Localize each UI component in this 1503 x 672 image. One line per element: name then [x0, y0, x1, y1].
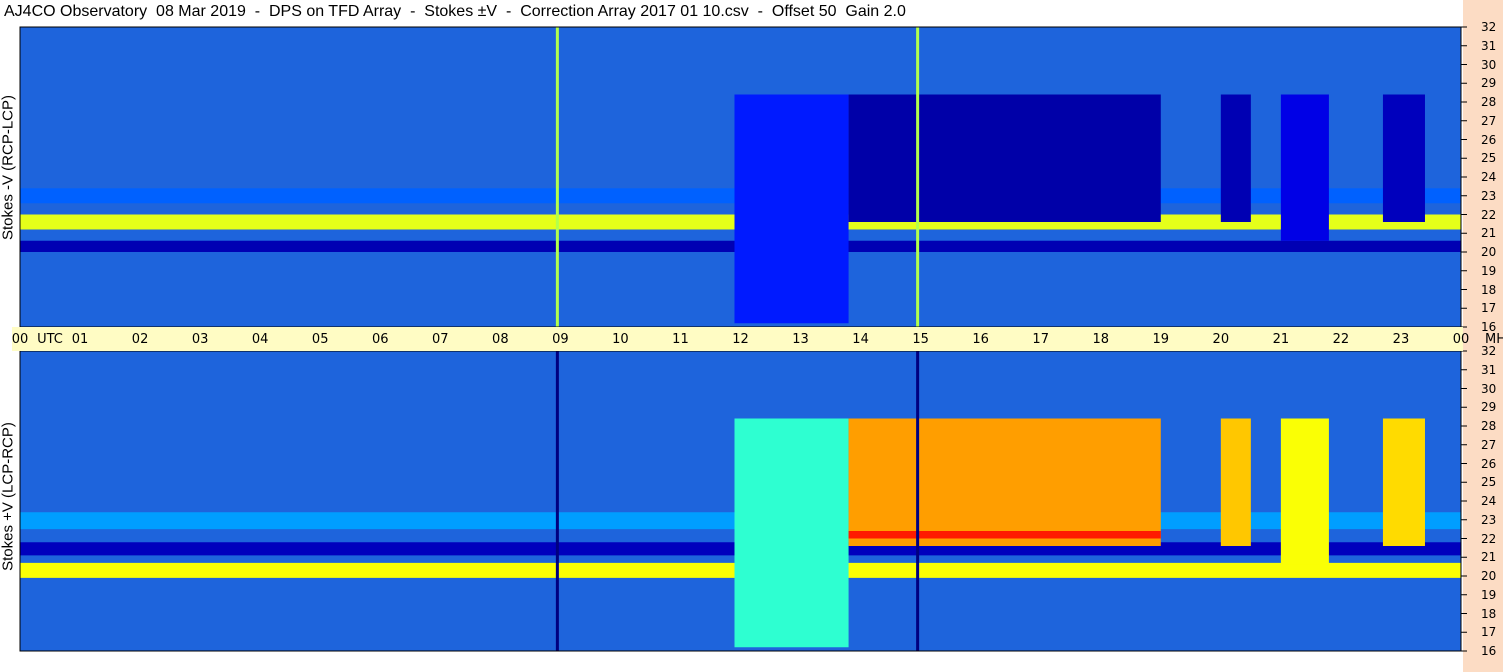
time-tick-label: 02	[131, 332, 149, 347]
time-tick-label: UTC	[37, 332, 63, 347]
top-panel-y-label: Stokes -V (RCP-LCP)	[0, 94, 17, 241]
freq-tick-label: 24	[1481, 494, 1497, 508]
time-tick-label: 07	[432, 332, 449, 347]
freq-tick-label: 16	[1481, 644, 1497, 658]
spectrogram-top-region-1	[848, 94, 1161, 222]
time-tick-label: 23	[1392, 332, 1410, 347]
spectrogram-top-region-4	[1382, 94, 1425, 222]
time-tick-label: 22	[1332, 332, 1350, 347]
freq-tick-label: 19	[1481, 587, 1497, 602]
time-tick-label: 14	[852, 332, 869, 347]
spectrogram-top-region-0	[734, 94, 849, 324]
freq-tick-label: 21	[1481, 226, 1497, 241]
time-tick-label: 08	[492, 332, 509, 347]
spectrogram-top-region-2	[1220, 94, 1251, 222]
spectrogram-bottom-region-5	[1382, 418, 1425, 546]
time-tick-label: 06	[371, 332, 389, 347]
spectrogram-bottom-region-0	[734, 418, 849, 648]
freq-tick-label: 22	[1481, 531, 1497, 546]
time-tick-label: 10	[612, 332, 629, 347]
spectrogram-bottom-region-2	[848, 531, 1161, 539]
freq-tick-label: 32	[1481, 20, 1497, 34]
spectrogram-bottom-vertical-line-1	[916, 351, 920, 651]
freq-tick-label: 26	[1481, 456, 1497, 471]
time-tick-label: 01	[71, 332, 89, 347]
freq-tick-label: 28	[1481, 419, 1497, 433]
time-tick-label: 17	[1032, 332, 1049, 347]
time-tick-label: 05	[311, 332, 329, 347]
spectrogram-top-vertical-line-1	[916, 27, 920, 327]
time-tick-label: 16	[972, 332, 989, 347]
freq-tick-label: 25	[1481, 475, 1497, 490]
freq-tick-label: 27	[1481, 437, 1497, 452]
freq-tick-label: 23	[1481, 512, 1497, 527]
freq-tick-label: 24	[1481, 170, 1497, 184]
freq-tick-label: 22	[1481, 207, 1497, 222]
freq-tick-label: 19	[1481, 263, 1497, 278]
freq-tick-label: 20	[1481, 245, 1497, 259]
freq-tick-label: 23	[1481, 188, 1497, 203]
freq-tick-label: 28	[1481, 95, 1497, 109]
freq-tick-label: 18	[1481, 282, 1497, 297]
time-tick-label: 19	[1152, 332, 1170, 347]
freq-tick-label: 26	[1481, 132, 1497, 147]
freq-tick-label: 20	[1481, 569, 1497, 583]
bottom-panel-y-label: Stokes +V (LCP-RCP)	[0, 422, 17, 571]
freq-tick-label: 31	[1481, 38, 1497, 53]
spectrogram-bottom-region-4	[1280, 418, 1329, 565]
freq-tick-label: 30	[1481, 57, 1497, 72]
freq-tick-label: 21	[1481, 550, 1497, 565]
time-tick-label: 04	[251, 332, 269, 347]
time-tick-label: 21	[1272, 332, 1290, 347]
spectrogram-bottom-region-3	[1220, 418, 1251, 546]
freq-tick-label: 27	[1481, 113, 1497, 128]
spectrogram-top-region-3	[1280, 94, 1329, 241]
freq-tick-label: 29	[1481, 400, 1497, 415]
freq-tick-label: 17	[1481, 625, 1497, 640]
time-tick-label: 00	[1452, 332, 1470, 347]
time-tick-label: 12	[732, 332, 749, 347]
freq-tick-label: 30	[1481, 381, 1497, 396]
time-tick-label: 11	[672, 332, 689, 347]
freq-tick-label: 32	[1481, 344, 1497, 358]
freq-tick-label: 16	[1481, 320, 1497, 334]
time-tick-label: 15	[912, 332, 929, 347]
time-tick-label: 18	[1092, 332, 1110, 347]
time-tick-label: 13	[792, 332, 809, 347]
time-tick-label: 20	[1212, 332, 1230, 347]
freq-tick-label: 18	[1481, 606, 1497, 621]
spectrogram-bottom-region-1	[848, 418, 1161, 546]
utc-time-axis: 00 UTC 01 02 03 04 05 06 07 08 09 10 11 12 13 14 15 16 17 1…	[12, 327, 1503, 351]
freq-tick-label: 17	[1481, 301, 1497, 316]
time-tick-label: 09	[552, 332, 569, 347]
spectrogram-top-vertical-line-0	[555, 27, 559, 327]
freq-tick-label: 25	[1481, 151, 1497, 166]
freq-tick-label: 29	[1481, 76, 1497, 91]
time-tick-label: 03	[191, 332, 209, 347]
spectrogram-bottom-vertical-line-0	[555, 351, 559, 651]
freq-tick-label: 31	[1481, 362, 1497, 377]
